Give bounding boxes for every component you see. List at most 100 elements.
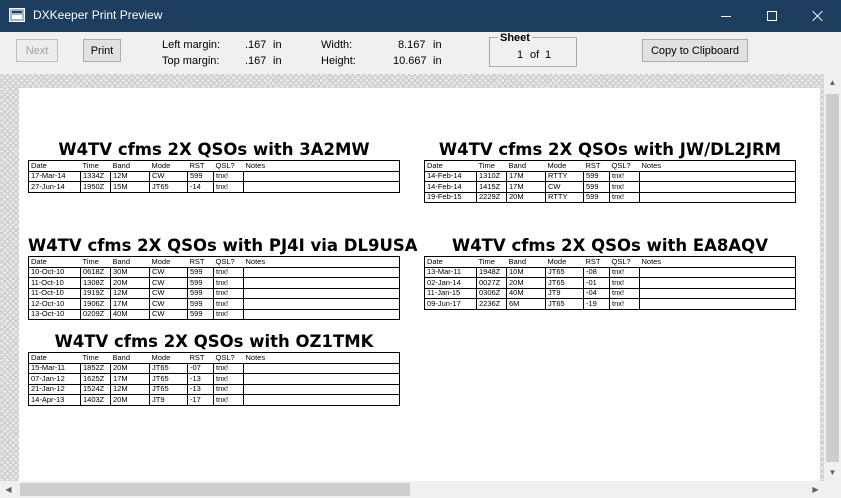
print-button[interactable]: Print xyxy=(83,39,121,62)
horizontal-scrollbar[interactable]: ◀ ▶ xyxy=(0,481,824,498)
table-header-row: Date Time Band Mode RST QSL? Notes xyxy=(424,256,796,268)
column-header: Time xyxy=(80,160,111,172)
width-label: Width: xyxy=(321,39,353,51)
left-margin-label: Left margin: xyxy=(162,39,221,51)
scroll-corner xyxy=(824,481,841,498)
table-cell: tnx! xyxy=(609,170,640,182)
table-row: 10-Oct-10 0618Z 30M CW 599 tnx! xyxy=(28,266,400,278)
column-header: Date xyxy=(28,160,81,172)
table-cell: CW xyxy=(149,170,188,182)
table-cell: tnx! xyxy=(609,287,640,299)
table-cell xyxy=(243,170,400,182)
table-cell: 12M xyxy=(110,170,150,182)
table-cell: JT65 xyxy=(545,277,584,289)
table-cell: 1310Z xyxy=(476,170,507,182)
table-cell: RTTY xyxy=(545,191,584,203)
table-cell: CW xyxy=(149,308,188,320)
sheet-of: of xyxy=(530,49,540,61)
column-header: Notes xyxy=(243,160,400,172)
table-cell: -14 xyxy=(187,181,214,193)
qso-table: Date Time Band Mode RST QSL? Notes 10-Oct-10 061… xyxy=(28,256,400,320)
table-cell: 17-Mar-14 xyxy=(28,170,81,182)
top-margin-unit: in xyxy=(273,55,282,67)
table-cell: 20M xyxy=(110,394,150,406)
table-cell: 0618Z xyxy=(80,266,111,278)
table-cell xyxy=(639,170,796,182)
table-cell: JT65 xyxy=(545,298,584,310)
column-header: Time xyxy=(476,256,507,268)
table-cell: tnx! xyxy=(213,277,244,289)
maximize-button[interactable] xyxy=(749,0,795,32)
table-cell: 1625Z xyxy=(80,373,111,385)
scroll-down-icon[interactable]: ▼ xyxy=(824,464,841,481)
table-cell: 599 xyxy=(187,170,214,182)
table-cell: 13-Oct-10 xyxy=(28,308,81,320)
table-cell: CW xyxy=(149,298,188,310)
table-cell: 599 xyxy=(187,266,214,278)
column-header: QSL? xyxy=(213,256,244,268)
table-cell xyxy=(243,383,400,395)
table-cell xyxy=(243,266,400,278)
table-row: 15-Mar-11 1852Z 20M JT65 -07 tnx! xyxy=(28,362,400,374)
scroll-left-icon[interactable]: ◀ xyxy=(0,481,17,498)
table-cell: 14-Feb-14 xyxy=(424,170,477,182)
table-cell: 1308Z xyxy=(80,277,111,289)
table-cell xyxy=(243,287,400,299)
table-row: 11-Oct-10 1919Z 12M CW 599 tnx! xyxy=(28,287,400,299)
table-cell xyxy=(639,191,796,203)
table-cell xyxy=(243,373,400,385)
table-cell: 0027Z xyxy=(476,277,507,289)
column-header: Date xyxy=(424,256,477,268)
table-cell: -13 xyxy=(187,373,214,385)
table-cell: 02-Jan-14 xyxy=(424,277,477,289)
column-header: Band xyxy=(110,352,150,364)
vertical-scroll-thumb[interactable] xyxy=(826,94,839,462)
table-cell: -01 xyxy=(583,277,610,289)
table-cell: tnx! xyxy=(213,170,244,182)
table-row: 19-Feb-15 2229Z 20M RTTY 599 tnx! xyxy=(424,191,796,203)
width-unit: in xyxy=(433,39,442,51)
table-cell: CW xyxy=(149,266,188,278)
table-cell xyxy=(639,298,796,310)
table-cell: -08 xyxy=(583,266,610,278)
table-cell: 1403Z xyxy=(80,394,111,406)
qso-table: Date Time Band Mode RST QSL? Notes 13-Mar-11 194… xyxy=(424,256,796,310)
horizontal-scroll-thumb[interactable] xyxy=(20,483,410,496)
table-cell: tnx! xyxy=(609,191,640,203)
top-margin-label: Top margin: xyxy=(162,55,220,67)
table-cell: 599 xyxy=(583,181,610,193)
table-cell: CW xyxy=(545,181,584,193)
sheet-current: 1 xyxy=(517,49,524,61)
table-row: 21-Jan-12 1524Z 12M JT65 -13 tnx! xyxy=(28,383,400,395)
close-button[interactable] xyxy=(795,0,841,32)
column-header: RST xyxy=(187,352,214,364)
qsl-title: W4TV cfms 2X QSOs with EA8AQV xyxy=(452,236,768,255)
table-row: 14-Apr-13 1403Z 20M JT9 -17 tnx! xyxy=(28,394,400,406)
next-button[interactable]: Next xyxy=(16,39,58,62)
maximize-icon xyxy=(767,11,777,21)
table-cell: 599 xyxy=(187,287,214,299)
table-cell: -19 xyxy=(583,298,610,310)
minimize-icon xyxy=(721,15,731,17)
column-header: RST xyxy=(583,256,610,268)
sheet-group: Sheet 1 of 1 xyxy=(489,32,577,67)
table-cell: 19-Feb-15 xyxy=(424,191,477,203)
table-cell: 6M xyxy=(506,298,546,310)
column-header: Band xyxy=(506,256,546,268)
minimize-button[interactable] xyxy=(703,0,749,32)
left-margin-unit: in xyxy=(273,39,282,51)
table-row: 14-Feb-14 1310Z 17M RTTY 599 tnx! xyxy=(424,170,796,182)
column-header: Notes xyxy=(243,352,400,364)
table-row: 17-Mar-14 1334Z 12M CW 599 tnx! xyxy=(28,170,400,182)
table-row: 13-Oct-10 0209Z 40M CW 599 tnx! xyxy=(28,308,400,320)
table-cell: 1948Z xyxy=(476,266,507,278)
table-cell: 17M xyxy=(110,373,150,385)
scroll-up-icon[interactable]: ▲ xyxy=(824,74,841,91)
height-label: Height: xyxy=(321,55,356,67)
table-cell: 1950Z xyxy=(80,181,111,193)
table-cell: JT9 xyxy=(545,287,584,299)
table-cell: 11-Oct-10 xyxy=(28,287,81,299)
scroll-right-icon[interactable]: ▶ xyxy=(807,481,824,498)
vertical-scrollbar[interactable]: ▲ ▼ xyxy=(824,74,841,481)
copy-to-clipboard-button[interactable]: Copy to Clipboard xyxy=(642,39,748,62)
